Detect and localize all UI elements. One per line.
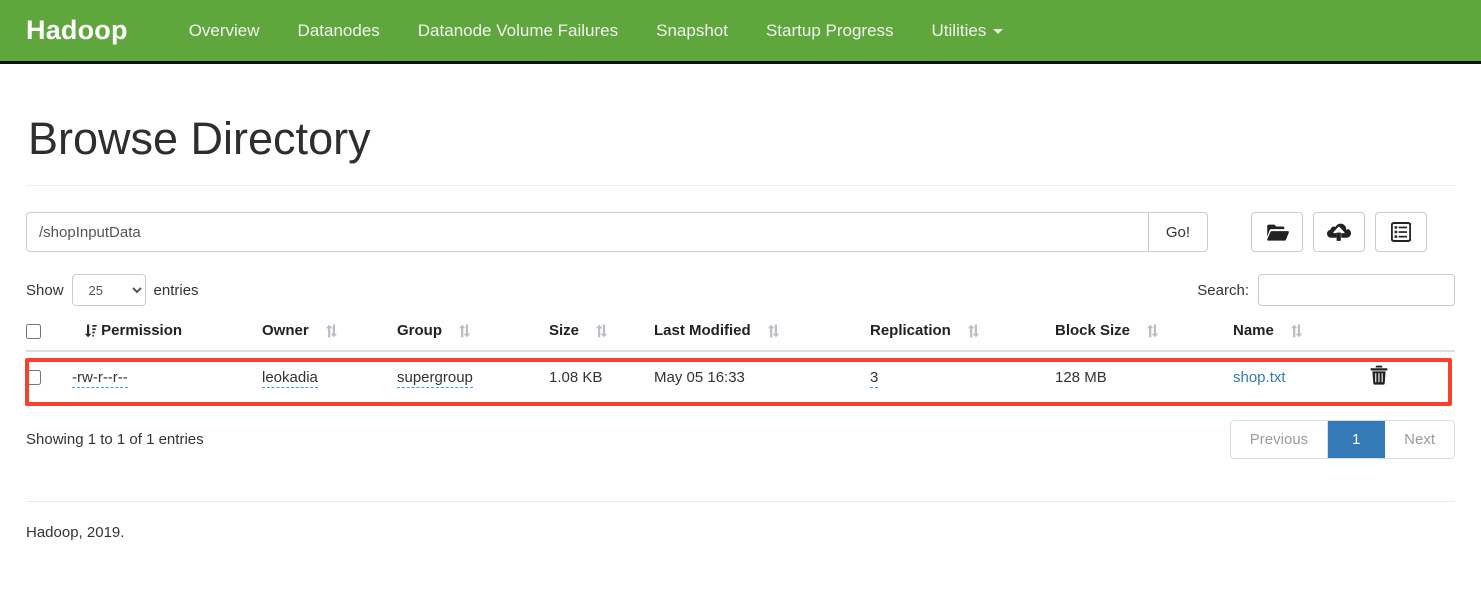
page-footer: Hadoop, 2019. xyxy=(26,501,1455,541)
path-tool-buttons xyxy=(1251,212,1427,252)
pagination-previous[interactable]: Previous xyxy=(1230,421,1329,458)
column-header-block-size[interactable]: Block Size xyxy=(1055,312,1233,352)
nav-item-utilities[interactable]: Utilities xyxy=(913,21,1023,41)
cell-size: 1.08 KB xyxy=(549,351,654,404)
column-header-actions xyxy=(1370,312,1455,352)
sort-both-icon xyxy=(595,323,608,338)
cut-paste-button[interactable] xyxy=(1375,212,1427,252)
row-select-cell xyxy=(26,351,72,404)
table-row[interactable]: -rw-r--r-- leokadia supergroup 1.08 KB M… xyxy=(26,351,1455,404)
sort-both-icon xyxy=(767,323,779,338)
show-label: Show xyxy=(26,281,64,299)
directory-path-input[interactable] xyxy=(26,212,1148,252)
column-header-block-size-label: Block Size xyxy=(1055,322,1131,339)
upload-files-button[interactable] xyxy=(1313,212,1365,252)
permission-value[interactable]: -rw-r--r-- xyxy=(72,368,128,388)
table-info: Showing 1 to 1 of 1 entries xyxy=(26,431,204,448)
title-divider xyxy=(26,185,1455,186)
column-header-owner[interactable]: Owner xyxy=(262,312,397,352)
column-header-replication[interactable]: Replication xyxy=(870,312,1055,352)
page-container: Browse Directory Go! xyxy=(25,113,1455,541)
cell-block-size: 128 MB xyxy=(1055,351,1233,404)
folder-open-icon xyxy=(1266,223,1289,242)
select-all-checkbox[interactable] xyxy=(26,323,41,339)
trash-icon xyxy=(1370,365,1388,388)
search-control: Search: xyxy=(1197,274,1455,306)
cell-last-modified: May 05 16:33 xyxy=(654,351,870,404)
page-title: Browse Directory xyxy=(28,113,371,164)
file-name-link[interactable]: shop.txt xyxy=(1233,369,1286,386)
sort-amount-asc-icon xyxy=(84,323,97,338)
primary-nav: Overview Datanodes Datanode Volume Failu… xyxy=(170,21,1023,41)
go-button[interactable]: Go! xyxy=(1147,212,1208,252)
pagination: Previous 1 Next xyxy=(1229,420,1455,459)
column-header-last-modified-label: Last Modified xyxy=(654,322,751,339)
owner-value[interactable]: leokadia xyxy=(262,368,318,388)
list-alt-icon xyxy=(1391,222,1411,242)
cell-owner: leokadia xyxy=(262,351,397,404)
column-header-permission[interactable]: Permission xyxy=(72,312,262,352)
search-label: Search: xyxy=(1197,281,1249,299)
column-header-group-label: Group xyxy=(397,322,442,339)
sort-both-icon xyxy=(1290,323,1303,338)
column-header-name-label: Name xyxy=(1233,322,1274,339)
footer-text: Hadoop, 2019. xyxy=(26,524,125,541)
column-header-select-all[interactable] xyxy=(26,312,72,352)
column-header-size[interactable]: Size xyxy=(549,312,654,352)
replication-value[interactable]: 3 xyxy=(870,368,879,388)
sort-both-icon xyxy=(967,323,980,338)
files-table: Permission Owner Group Size Last Modifie… xyxy=(26,312,1455,404)
pagination-page-1[interactable]: 1 xyxy=(1328,421,1386,458)
nav-item-utilities-label: Utilities xyxy=(931,20,987,40)
sort-both-icon xyxy=(458,323,471,338)
row-select-checkbox[interactable] xyxy=(26,370,41,386)
brand-logo[interactable]: Hadoop xyxy=(26,15,128,46)
column-header-owner-label: Owner xyxy=(262,322,309,339)
column-header-size-label: Size xyxy=(549,322,580,339)
column-header-last-modified[interactable]: Last Modified xyxy=(654,312,870,352)
column-header-name[interactable]: Name xyxy=(1233,312,1370,352)
chevron-down-icon xyxy=(993,28,1004,34)
cloud-upload-icon xyxy=(1327,222,1351,242)
path-input-group: Go! xyxy=(26,212,1208,252)
nav-item-overview[interactable]: Overview xyxy=(170,21,279,41)
pagination-next[interactable]: Next xyxy=(1385,421,1454,458)
column-header-group[interactable]: Group xyxy=(397,312,549,352)
cell-actions xyxy=(1370,351,1455,404)
sort-both-icon xyxy=(1146,323,1159,338)
cell-name: shop.txt xyxy=(1233,351,1370,404)
table-header-row: Permission Owner Group Size Last Modifie… xyxy=(26,312,1455,352)
cell-replication: 3 xyxy=(870,351,1055,404)
cell-group: supergroup xyxy=(397,351,549,404)
table-controls: Show 25 50 100 entries Search: xyxy=(26,274,1455,306)
nav-item-datanode-volume-failures[interactable]: Datanode Volume Failures xyxy=(399,21,637,41)
path-bar-row: Go! xyxy=(26,212,1455,252)
delete-file-button[interactable] xyxy=(1370,365,1388,385)
files-table-wrapper: Permission Owner Group Size Last Modifie… xyxy=(25,312,1455,406)
search-input[interactable] xyxy=(1258,274,1455,306)
column-header-permission-label: Permission xyxy=(101,322,183,339)
page-length-control: Show 25 50 100 entries xyxy=(26,274,199,306)
main-navbar: Hadoop Overview Datanodes Datanode Volum… xyxy=(0,0,1481,64)
entries-label: entries xyxy=(153,281,199,299)
page-length-select[interactable]: 25 50 100 xyxy=(71,274,146,306)
group-value[interactable]: supergroup xyxy=(397,368,473,388)
cell-permission: -rw-r--r-- xyxy=(72,351,262,404)
nav-item-snapshot[interactable]: Snapshot xyxy=(637,21,747,41)
nav-item-startup-progress[interactable]: Startup Progress xyxy=(747,21,913,41)
sort-both-icon xyxy=(325,323,337,338)
create-directory-button[interactable] xyxy=(1251,212,1303,252)
table-footer: Showing 1 to 1 of 1 entries Previous 1 N… xyxy=(26,420,1455,459)
nav-item-datanodes[interactable]: Datanodes xyxy=(279,21,399,41)
column-header-replication-label: Replication xyxy=(870,322,951,339)
